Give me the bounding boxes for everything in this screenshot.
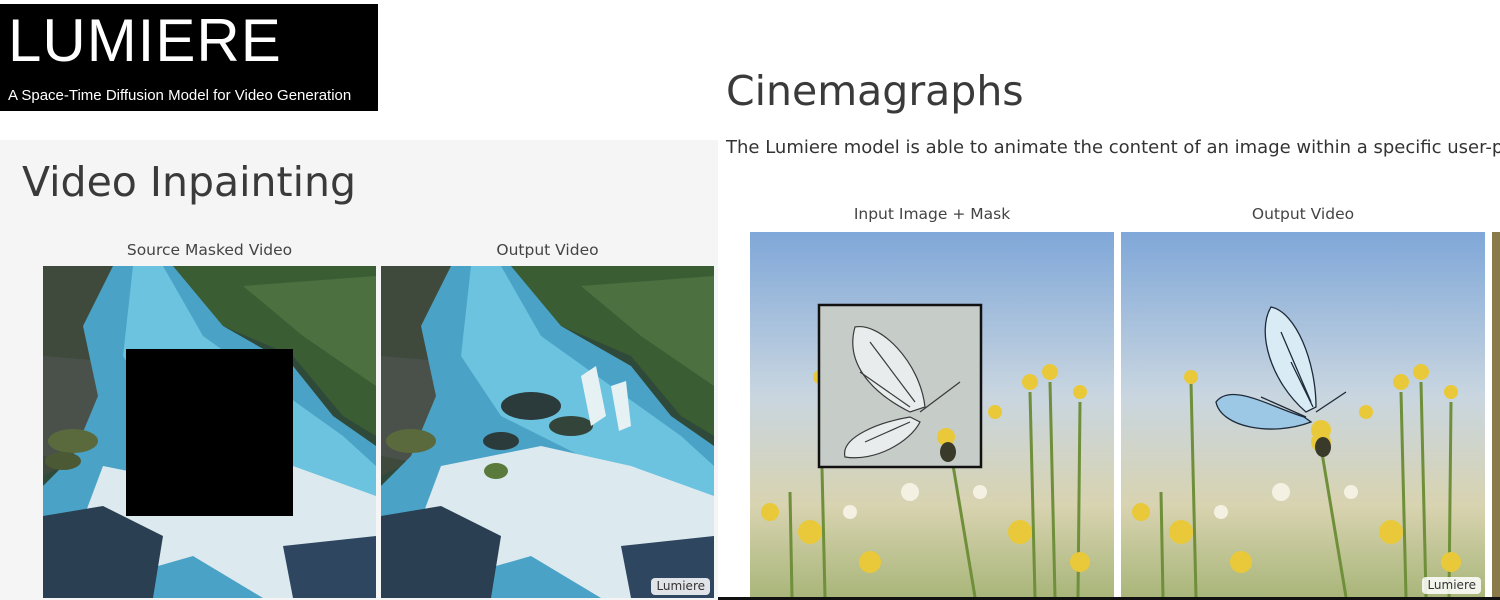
third-video-partial[interactable] bbox=[1492, 232, 1500, 597]
video-inpainting-section: Video Inpainting Source Masked Video Out… bbox=[0, 140, 718, 600]
river-scene-output bbox=[381, 266, 714, 598]
input-image-with-mask[interactable] bbox=[750, 232, 1114, 597]
inpainting-mask bbox=[126, 349, 293, 516]
cinemagraphs-section: Cinemagraphs The Lumiere model is able t… bbox=[718, 0, 1500, 600]
source-masked-video[interactable] bbox=[43, 266, 376, 598]
lumiere-watermark: Lumiere bbox=[1422, 577, 1481, 594]
inpainting-output-video[interactable]: Lumiere bbox=[381, 266, 714, 598]
video-inpainting-title: Video Inpainting bbox=[22, 158, 356, 206]
cinemagraph-output-label: Output Video bbox=[1251, 205, 1355, 223]
lumiere-watermark: Lumiere bbox=[651, 578, 710, 595]
cinemagraphs-description: The Lumiere model is able to animate the… bbox=[726, 137, 1500, 158]
flower-field-output-scene bbox=[1121, 232, 1485, 597]
flower-field-scene bbox=[750, 232, 1114, 597]
source-masked-video-label: Source Masked Video bbox=[126, 241, 293, 259]
cinemagraph-output-video[interactable]: Lumiere bbox=[1121, 232, 1485, 597]
cinemagraphs-title: Cinemagraphs bbox=[726, 67, 1024, 115]
lumiere-logo[interactable]: LUMIERE A Space-Time Diffusion Model for… bbox=[0, 4, 378, 111]
input-image-mask-label: Input Image + Mask bbox=[853, 205, 1011, 223]
logo-title: LUMIERE bbox=[8, 7, 282, 74]
logo-subtitle: A Space-Time Diffusion Model for Video G… bbox=[8, 87, 352, 104]
output-video-label: Output Video bbox=[496, 241, 599, 259]
